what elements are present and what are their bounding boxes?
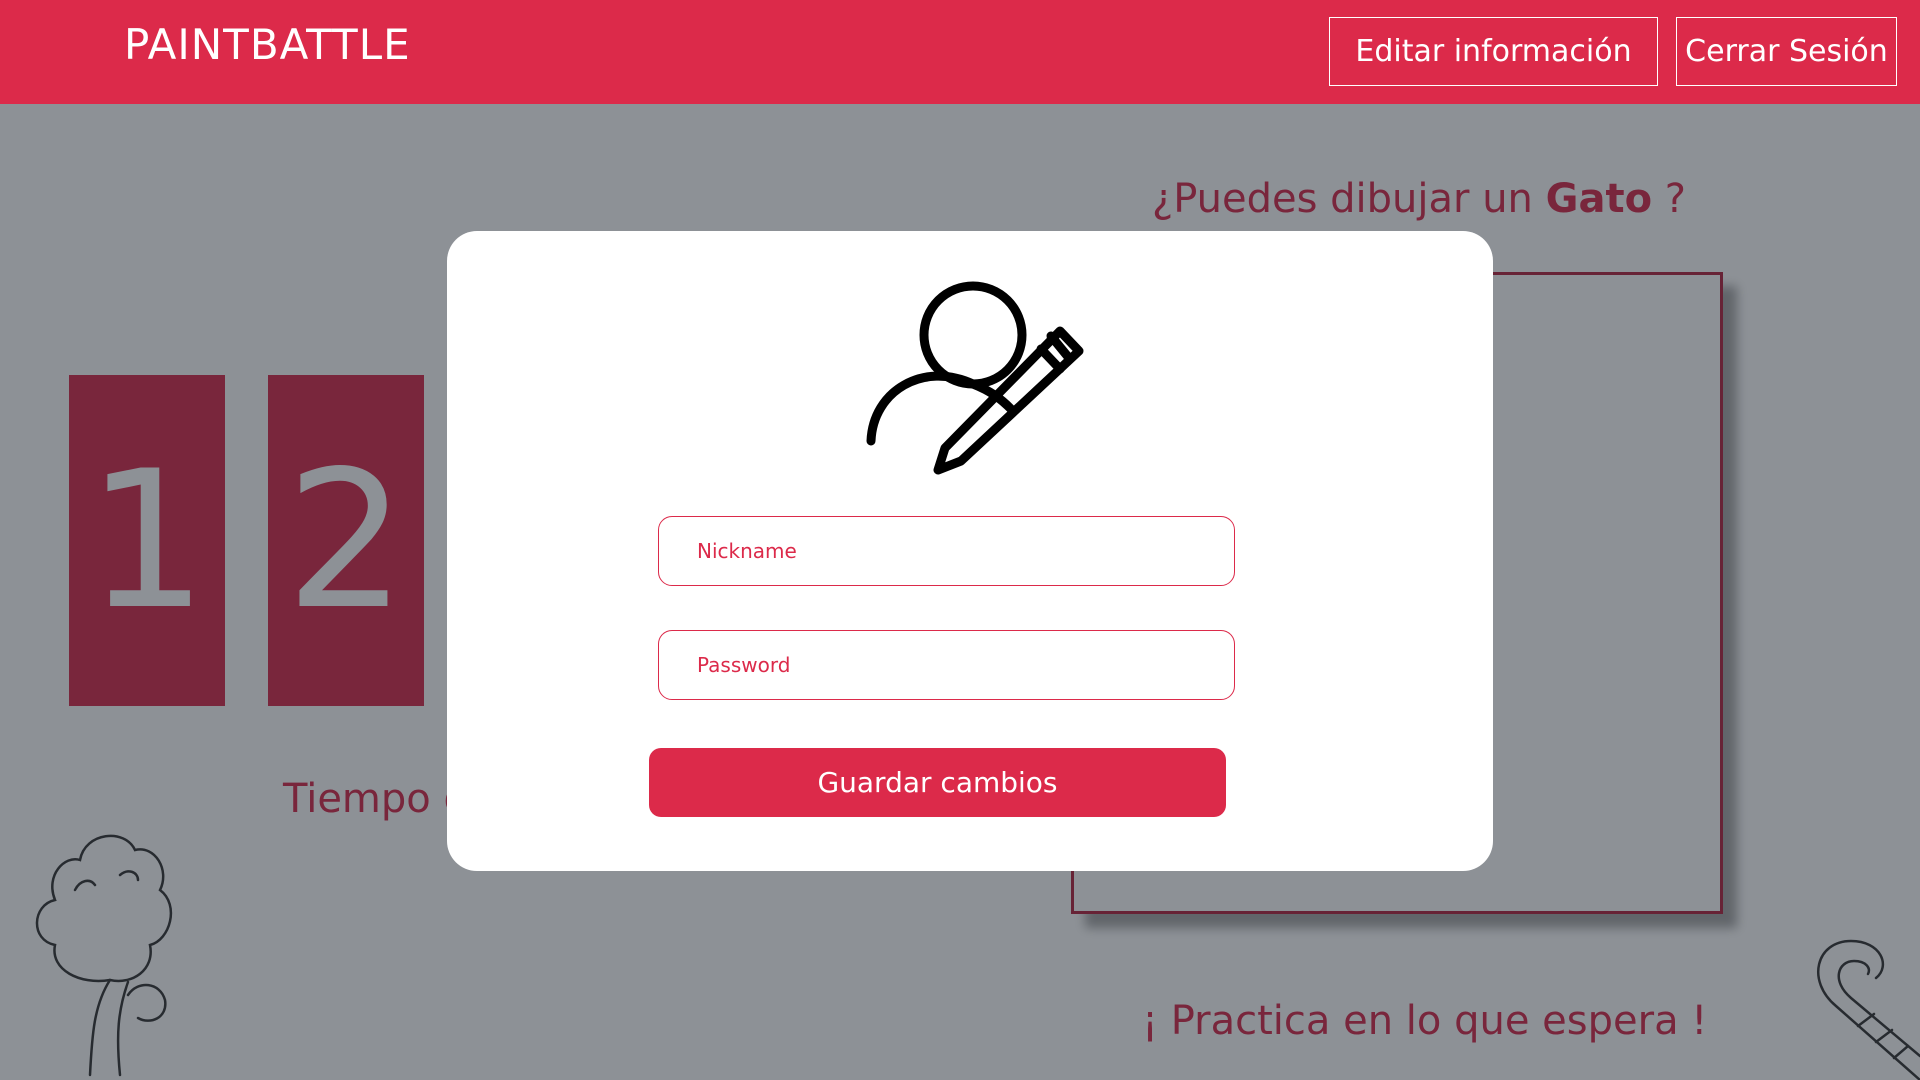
edit-profile-modal: Guardar cambios xyxy=(447,231,1493,871)
nickname-input[interactable] xyxy=(658,516,1235,586)
save-changes-button[interactable]: Guardar cambios xyxy=(649,748,1226,817)
user-edit-icon xyxy=(866,281,1084,475)
app-brand[interactable]: PAINTBATTLE xyxy=(124,20,411,69)
password-input[interactable] xyxy=(658,630,1235,700)
logout-button[interactable]: Cerrar Sesión xyxy=(1676,17,1897,86)
top-navbar: PAINTBATTLE Editar información Cerrar Se… xyxy=(0,0,1920,104)
edit-info-button[interactable]: Editar información xyxy=(1329,17,1658,86)
